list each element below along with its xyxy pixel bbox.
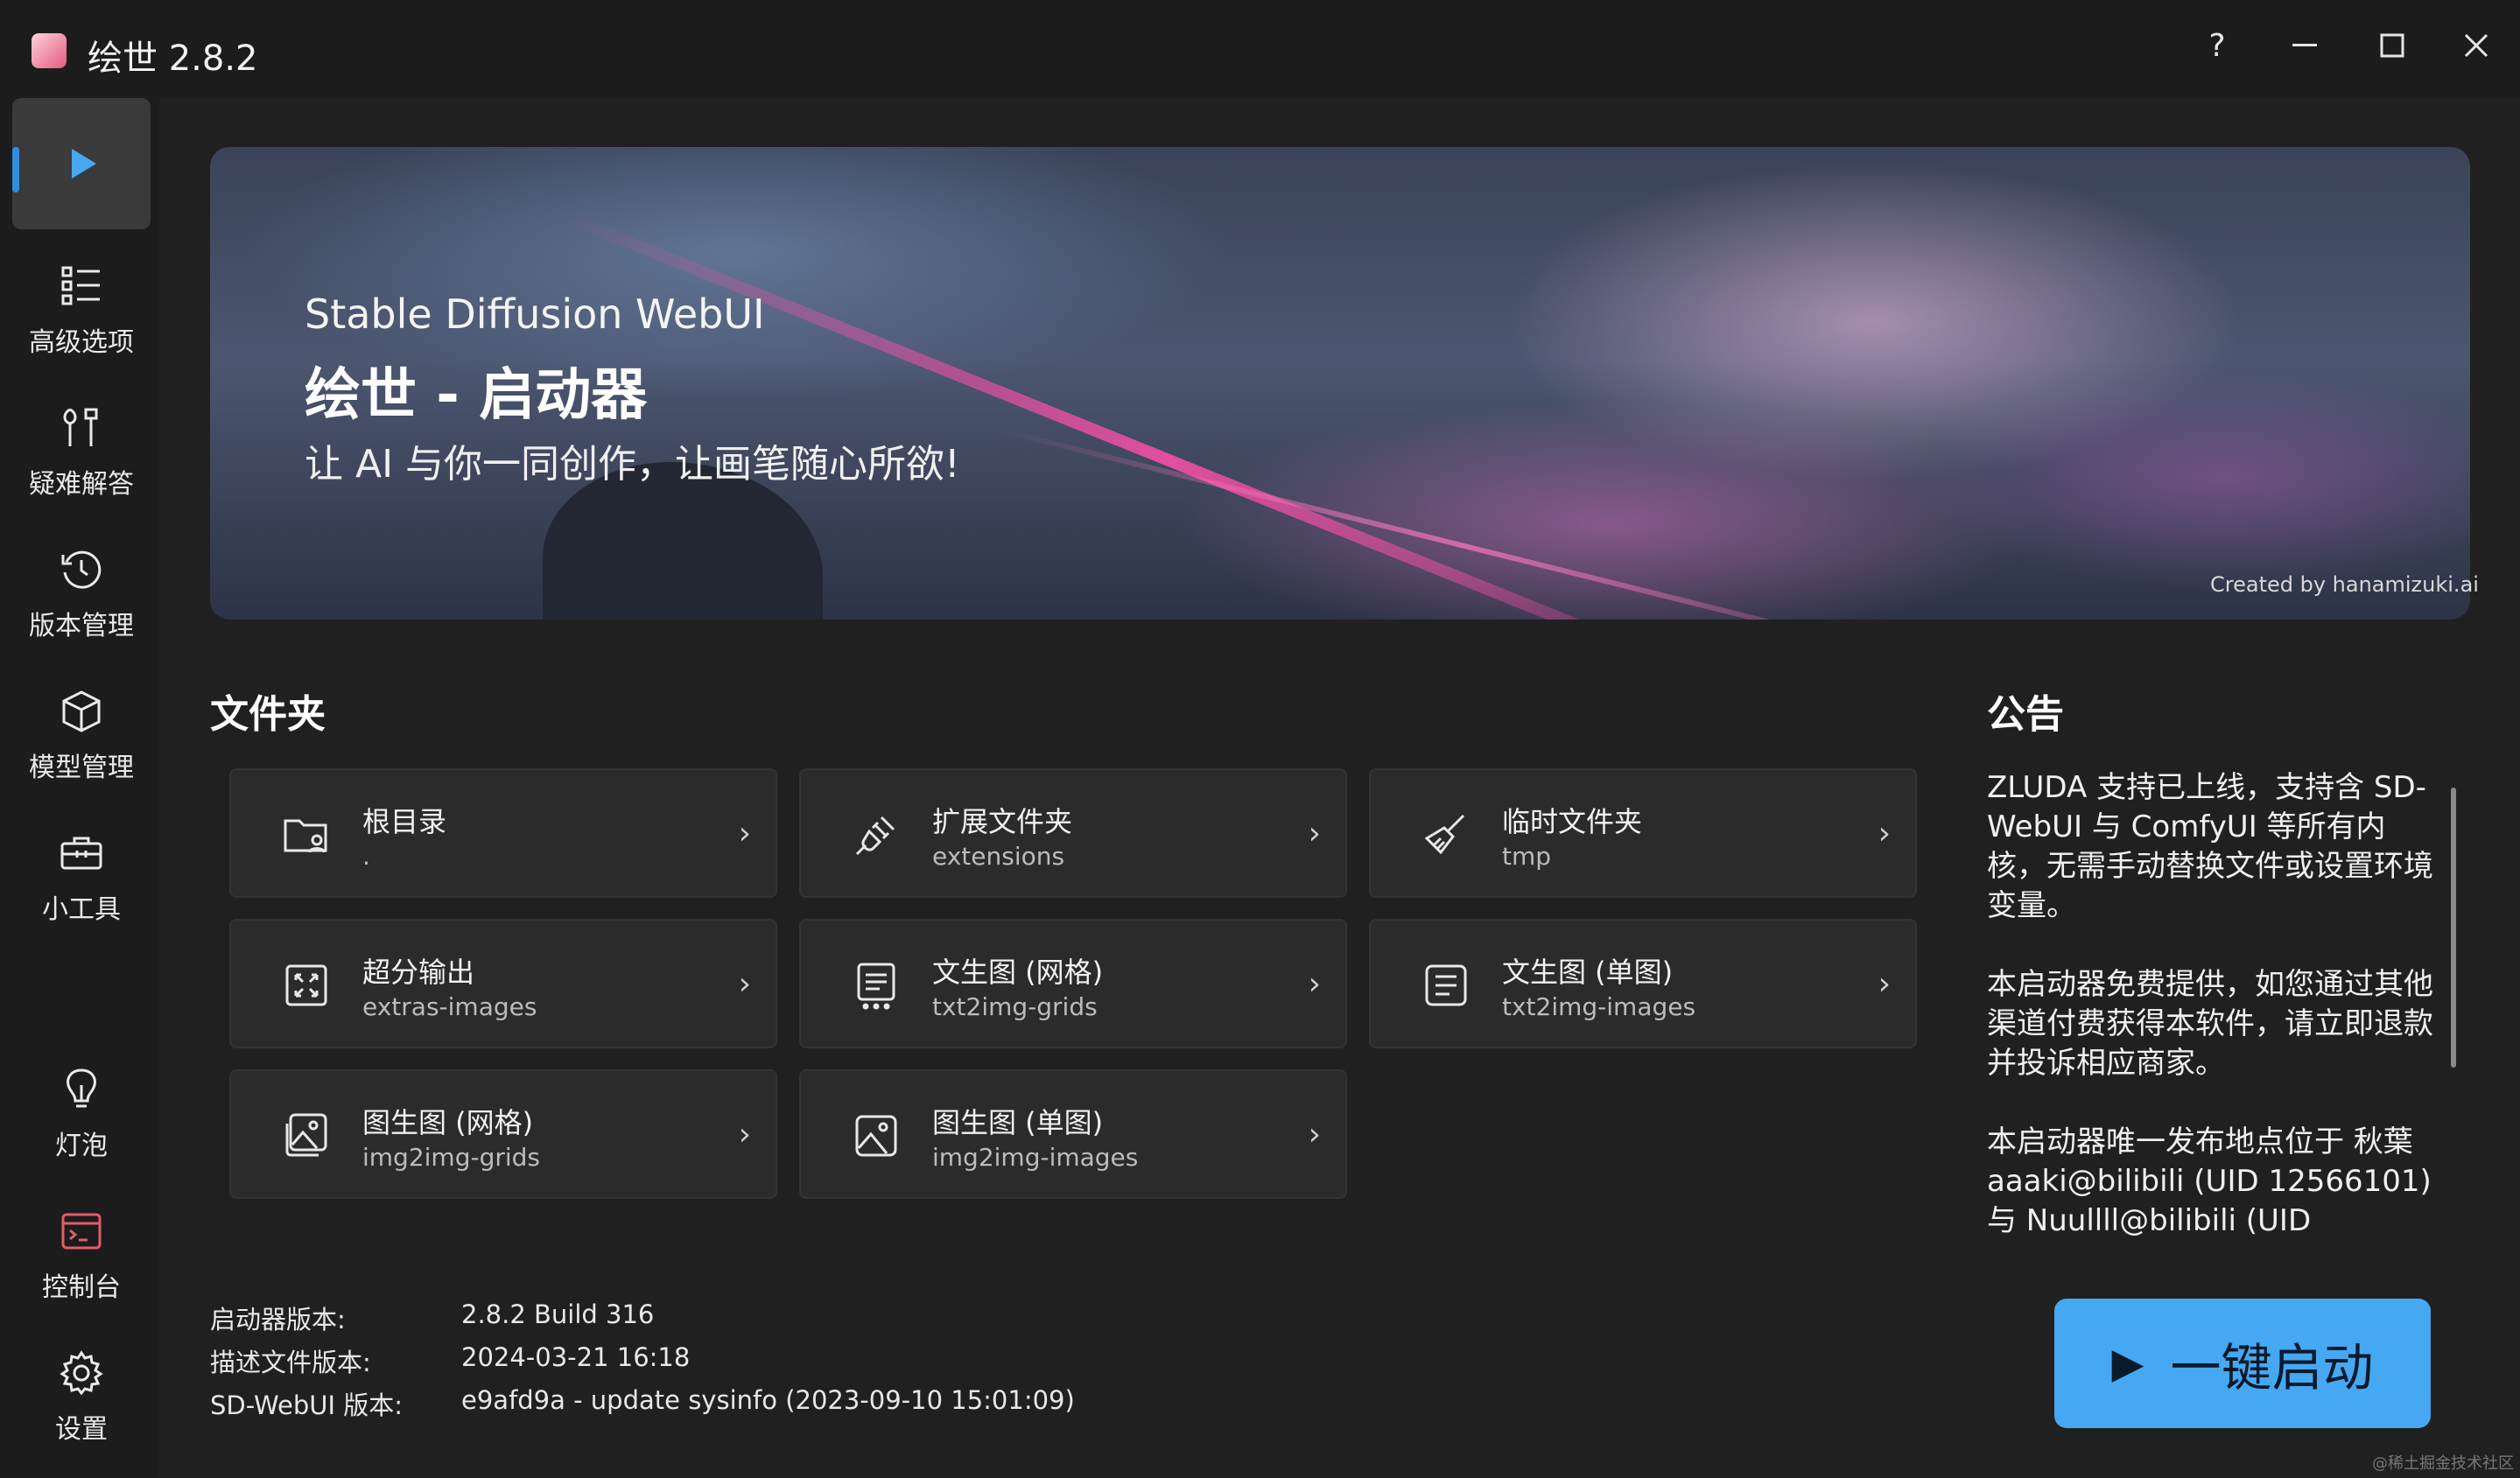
folder-path: extras-images bbox=[362, 992, 537, 1021]
sidebar-item-versions[interactable]: 版本管理 bbox=[12, 529, 151, 660]
sidebar-item-label: 疑难解答 bbox=[29, 469, 134, 500]
folder-card-tmp[interactable]: 临时文件夹 tmp › bbox=[1369, 768, 1917, 898]
launcher-version-label: 启动器版本: bbox=[210, 1305, 346, 1334]
banner-decoration bbox=[997, 427, 1934, 620]
close-icon bbox=[2464, 33, 2488, 58]
folder-path: . bbox=[362, 842, 370, 871]
webui-version-label: SD-WebUI 版本: bbox=[210, 1390, 404, 1420]
sidebar-item-launch[interactable] bbox=[12, 98, 151, 229]
notice-heading: 公告 bbox=[1987, 692, 2064, 737]
history-icon bbox=[61, 550, 102, 589]
folder-path: tmp bbox=[1502, 842, 1552, 871]
folder-path: img2img-grids bbox=[362, 1143, 540, 1172]
minimize-button[interactable] bbox=[2265, 14, 2344, 77]
sidebar-item-label: 高级选项 bbox=[29, 327, 134, 358]
sidebar-item-settings[interactable]: 设置 bbox=[12, 1332, 151, 1463]
folder-title: 扩展文件夹 bbox=[932, 805, 1073, 838]
webui-version-value: e9afd9a - update sysinfo (2023-09-10 15:… bbox=[461, 1385, 1075, 1415]
active-indicator bbox=[12, 147, 19, 193]
folder-title: 图生图 (网格) bbox=[362, 1106, 534, 1139]
tools-icon bbox=[63, 408, 98, 446]
notice-paragraph: 本启动器免费提供，如您通过其他渠道付费获得本软件，请立即退款并投诉相应商家。 bbox=[1987, 967, 2433, 1081]
folder-title: 超分输出 bbox=[362, 956, 475, 989]
cube-icon bbox=[62, 690, 101, 732]
folder-path: img2img-images bbox=[932, 1143, 1139, 1172]
toolbox-icon bbox=[60, 837, 102, 870]
chevron-right-icon: › bbox=[738, 816, 751, 851]
banner-slogan: 让 AI 与你一同创作，让画笔随心所欲! bbox=[305, 442, 960, 487]
folder-card-txt2img-grids[interactable]: 文生图 (网格) txt2img-grids › bbox=[799, 919, 1347, 1048]
banner-title: 绘世 - 启动器 bbox=[305, 363, 648, 428]
broom-icon bbox=[1424, 814, 1465, 855]
app-logo-icon bbox=[32, 33, 67, 68]
launcher-version-value: 2.8.2 Build 316 bbox=[461, 1299, 655, 1329]
image-grid-icon bbox=[285, 1113, 327, 1157]
sidebar-item-label: 小工具 bbox=[42, 894, 121, 925]
chevron-right-icon: › bbox=[1308, 816, 1321, 851]
upscale-icon bbox=[285, 964, 327, 1006]
notice-scrollbar[interactable] bbox=[2451, 788, 2456, 1068]
text-grid-icon bbox=[857, 963, 895, 1010]
sidebar-item-troubleshoot[interactable]: 疑难解答 bbox=[12, 387, 151, 518]
minimize-icon bbox=[2292, 44, 2317, 46]
lightbulb-icon bbox=[67, 1068, 96, 1108]
list-icon bbox=[61, 266, 100, 305]
chevron-right-icon: › bbox=[1308, 966, 1321, 1002]
sidebar-item-models[interactable]: 模型管理 bbox=[12, 670, 151, 802]
help-icon[interactable]: ? bbox=[2178, 14, 2257, 77]
folder-card-extensions[interactable]: 扩展文件夹 extensions › bbox=[799, 768, 1347, 898]
sidebar-item-tools[interactable]: 小工具 bbox=[12, 812, 151, 943]
chevron-right-icon: › bbox=[738, 966, 751, 1002]
chevron-right-icon: › bbox=[738, 1117, 751, 1152]
notice-paragraph: ZLUDA 支持已上线，支持含 SD-WebUI 与 ComfyUI 等所有内核… bbox=[1987, 770, 2433, 923]
maximize-icon bbox=[2380, 33, 2404, 58]
folder-path: txt2img-grids bbox=[932, 992, 1098, 1021]
gear-icon bbox=[60, 1350, 103, 1396]
plug-icon bbox=[855, 816, 895, 856]
banner-subtitle: Stable Diffusion WebUI bbox=[305, 291, 765, 338]
watermark: @稀土掘金技术社区 bbox=[2372, 1454, 2514, 1473]
folder-title: 根目录 bbox=[362, 805, 447, 838]
folder-title: 图生图 (单图) bbox=[932, 1106, 1104, 1139]
text-doc-icon bbox=[1425, 964, 1467, 1006]
folder-title: 文生图 (单图) bbox=[1502, 956, 1674, 989]
sidebar-item-label: 版本管理 bbox=[29, 611, 134, 641]
maximize-button[interactable] bbox=[2353, 14, 2432, 77]
folder-card-img2img-grids[interactable]: 图生图 (网格) img2img-grids › bbox=[229, 1069, 777, 1199]
folders-heading: 文件夹 bbox=[210, 692, 326, 737]
chevron-right-icon: › bbox=[1878, 966, 1891, 1002]
notice-content: ZLUDA 支持已上线，支持含 SD-WebUI 与 ComfyUI 等所有内核… bbox=[1987, 768, 2442, 1280]
folder-title: 文生图 (网格) bbox=[932, 956, 1104, 989]
window-title: 绘世 2.8.2 bbox=[88, 39, 258, 79]
play-icon bbox=[72, 149, 96, 179]
banner-credit: Created by hanamizuki.ai bbox=[2210, 572, 2479, 597]
sidebar-item-advanced[interactable]: 高级选项 bbox=[12, 245, 151, 376]
folder-path: extensions bbox=[932, 842, 1065, 871]
folder-card-txt2img-images[interactable]: 文生图 (单图) txt2img-images › bbox=[1369, 919, 1917, 1048]
chevron-right-icon: › bbox=[1878, 816, 1891, 851]
folder-path: txt2img-images bbox=[1502, 992, 1696, 1021]
profile-version-label: 描述文件版本: bbox=[210, 1348, 371, 1377]
image-icon bbox=[855, 1115, 897, 1157]
sidebar-item-label: 控制台 bbox=[42, 1272, 121, 1303]
folder-card-root[interactable]: 根目录 . › bbox=[229, 768, 777, 898]
close-button[interactable] bbox=[2437, 14, 2516, 77]
title-bar bbox=[0, 0, 2520, 98]
sidebar-item-label: 设置 bbox=[55, 1414, 108, 1445]
launch-label: 一键启动 bbox=[2170, 1338, 2374, 1397]
folder-user-icon bbox=[284, 819, 327, 853]
sidebar-item-label: 灯泡 bbox=[55, 1131, 108, 1161]
folder-card-img2img-images[interactable]: 图生图 (单图) img2img-images › bbox=[799, 1069, 1347, 1199]
chevron-right-icon: › bbox=[1308, 1117, 1321, 1152]
folder-title: 临时文件夹 bbox=[1502, 805, 1643, 838]
sidebar-item-console[interactable]: 控制台 bbox=[12, 1190, 151, 1321]
launch-button[interactable]: ▶ 一键启动 bbox=[2054, 1299, 2431, 1428]
profile-version-value: 2024-03-21 16:18 bbox=[461, 1342, 691, 1372]
console-icon bbox=[61, 1213, 102, 1250]
notice-paragraph: 本启动器唯一发布地点位于 秋葉 aaaki@bilibili (UID 1256… bbox=[1987, 1124, 2432, 1238]
sidebar-item-label: 模型管理 bbox=[29, 753, 134, 783]
folder-card-extras-images[interactable]: 超分输出 extras-images › bbox=[229, 919, 777, 1048]
sidebar-item-lightbulb[interactable]: 灯泡 bbox=[12, 1048, 151, 1180]
play-icon: ▶ bbox=[2111, 1339, 2144, 1388]
